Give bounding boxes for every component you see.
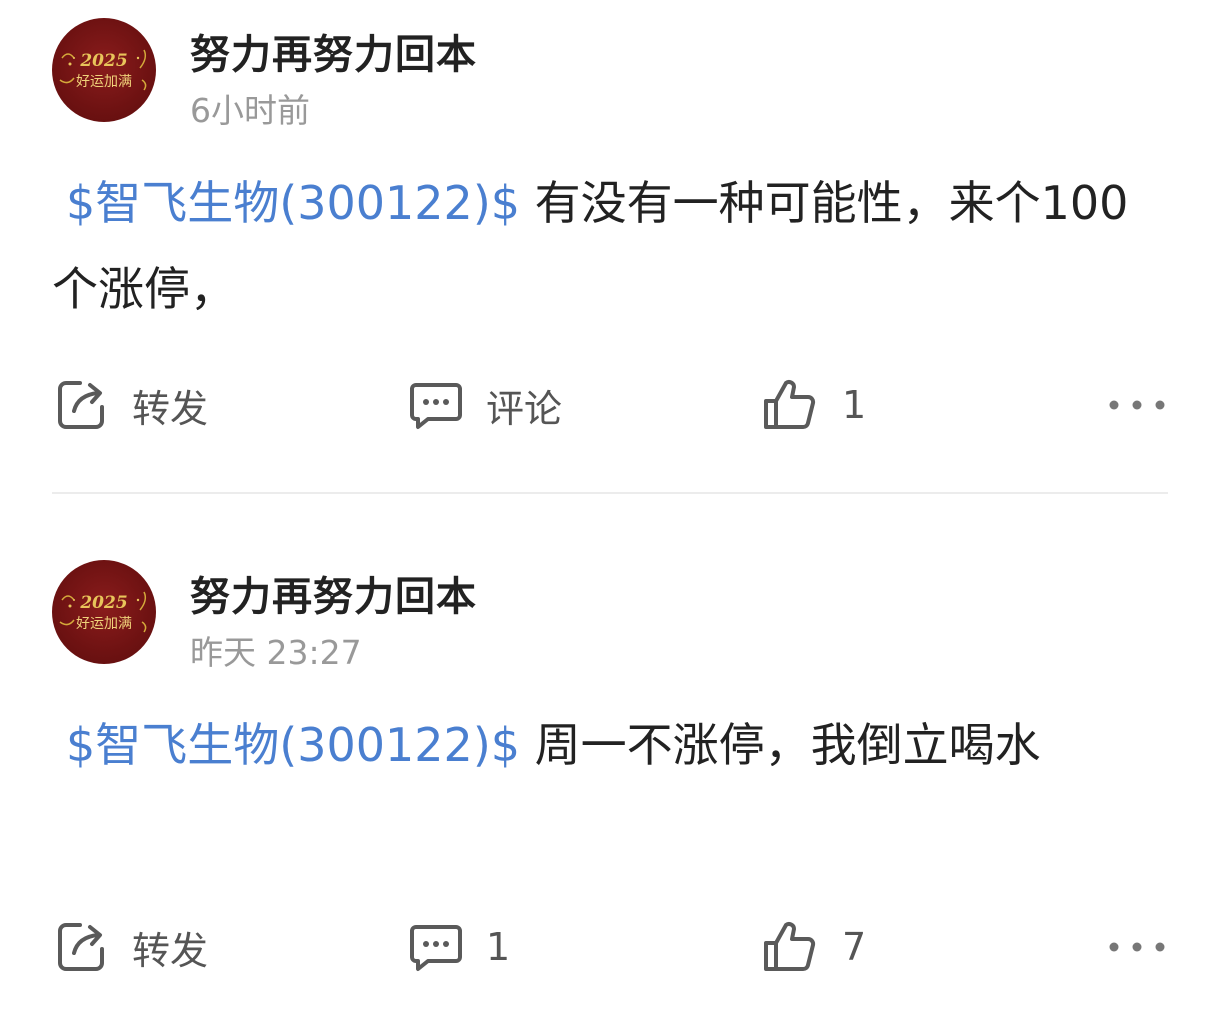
like-button[interactable]: 1 <box>762 372 866 438</box>
avatar-graphic: 2025 好运加满 <box>59 49 147 91</box>
post-text: 周一不涨停，我倒立喝水 <box>520 718 1041 772</box>
comment-button[interactable]: 评论 <box>408 372 562 438</box>
svg-text:好运加满: 好运加满 <box>76 74 132 90</box>
stock-tag-link[interactable]: $智飞生物(300122)$ <box>66 176 520 230</box>
avatar[interactable]: 2025 好运加满 <box>52 560 156 664</box>
post-card: 2025 好运加满 努力再努力回本 昨天 23:27 $智飞生物(300122)… <box>0 542 1216 1016</box>
svg-text:2025: 2025 <box>79 51 127 71</box>
post-divider <box>52 492 1168 494</box>
svg-text:好运加满: 好运加满 <box>76 616 132 632</box>
post-content: $智飞生物(300122)$ 周一不涨停，我倒立喝水 <box>52 702 1164 788</box>
like-button[interactable]: 7 <box>762 914 866 980</box>
author-name[interactable]: 努力再努力回本 <box>190 22 477 80</box>
comment-icon <box>410 925 462 971</box>
like-count: 7 <box>842 925 867 969</box>
thumbs-up-icon <box>764 380 816 429</box>
post-time: 昨天 23:27 <box>190 633 362 672</box>
like-count: 1 <box>842 383 867 427</box>
avatar[interactable]: 2025 好运加满 <box>52 18 156 122</box>
svg-text:2025: 2025 <box>79 593 127 613</box>
more-icon <box>1109 400 1165 410</box>
post-time: 6小时前 <box>190 91 310 130</box>
share-label: 转发 <box>132 928 209 973</box>
share-button[interactable]: 转发 <box>54 372 208 438</box>
more-button[interactable] <box>1108 914 1166 980</box>
avatar-graphic: 2025 好运加满 <box>59 591 147 633</box>
comment-label: 评论 <box>486 386 563 431</box>
action-bar: 转发 评论 1 <box>0 372 1216 438</box>
post-card: 2025 好运加满 努力再努力回本 6小时前 $智飞生物(300122)$ 有没… <box>0 0 1216 494</box>
share-icon <box>58 923 104 971</box>
share-label: 转发 <box>132 386 209 431</box>
comment-icon <box>410 383 462 429</box>
post-content: $智飞生物(300122)$ 有没有一种可能性，来个100个涨停， <box>52 160 1164 332</box>
share-button[interactable]: 转发 <box>54 914 208 980</box>
comment-count: 1 <box>486 925 511 969</box>
author-name[interactable]: 努力再努力回本 <box>190 564 477 622</box>
thumbs-up-icon <box>764 922 816 971</box>
feed: 2025 好运加满 努力再努力回本 6小时前 $智飞生物(300122)$ 有没… <box>0 0 1216 1016</box>
action-bar: 转发 1 7 <box>0 914 1216 980</box>
comment-button[interactable]: 1 <box>408 914 510 980</box>
more-button[interactable] <box>1108 372 1166 438</box>
more-icon <box>1109 942 1165 952</box>
stock-tag-link[interactable]: $智飞生物(300122)$ <box>66 718 520 772</box>
share-icon <box>58 381 104 429</box>
